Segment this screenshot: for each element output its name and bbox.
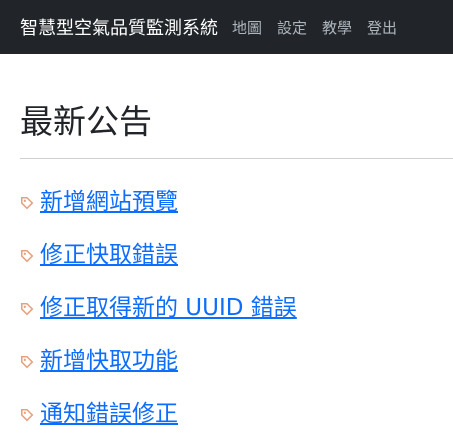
announcement-item: 修正取得新的 UUID 錯誤 [20,279,453,332]
announcement-list: 新增網站預覽 修正快取錯誤 修正取得新的 UUID 錯誤 新增快取功能 通知錯誤… [20,173,453,438]
nav-link-settings[interactable]: 設定 [277,17,307,38]
tag-icon [20,250,34,263]
tag-icon [20,303,34,316]
nav-link-tutorial[interactable]: 教學 [322,17,352,38]
brand-title[interactable]: 智慧型空氣品質監測系統 [20,14,218,40]
top-navbar: 智慧型空氣品質監測系統 地圖 設定 教學 登出 [0,0,453,54]
main-content: 最新公告 新增網站預覽 修正快取錯誤 修正取得新的 UUID 錯誤 新增快取功能… [0,102,453,438]
announcement-link[interactable]: 修正快取錯誤 [40,235,178,269]
announcement-link[interactable]: 通知錯誤修正 [40,394,178,428]
announcement-item: 通知錯誤修正 [20,385,453,438]
nav-link-map[interactable]: 地圖 [232,17,262,38]
announcement-link[interactable]: 新增快取功能 [40,341,178,375]
tag-icon [20,197,34,210]
announcement-link[interactable]: 修正取得新的 UUID 錯誤 [40,288,297,322]
nav-link-logout[interactable]: 登出 [367,17,397,38]
tag-icon [20,409,34,422]
tag-icon [20,356,34,369]
announcement-item: 新增網站預覽 [20,173,453,226]
nav-links: 地圖 設定 教學 登出 [232,17,397,38]
announcement-item: 修正快取錯誤 [20,226,453,279]
page-title: 最新公告 [20,102,453,159]
announcement-item: 新增快取功能 [20,332,453,385]
announcement-link[interactable]: 新增網站預覽 [40,182,178,216]
